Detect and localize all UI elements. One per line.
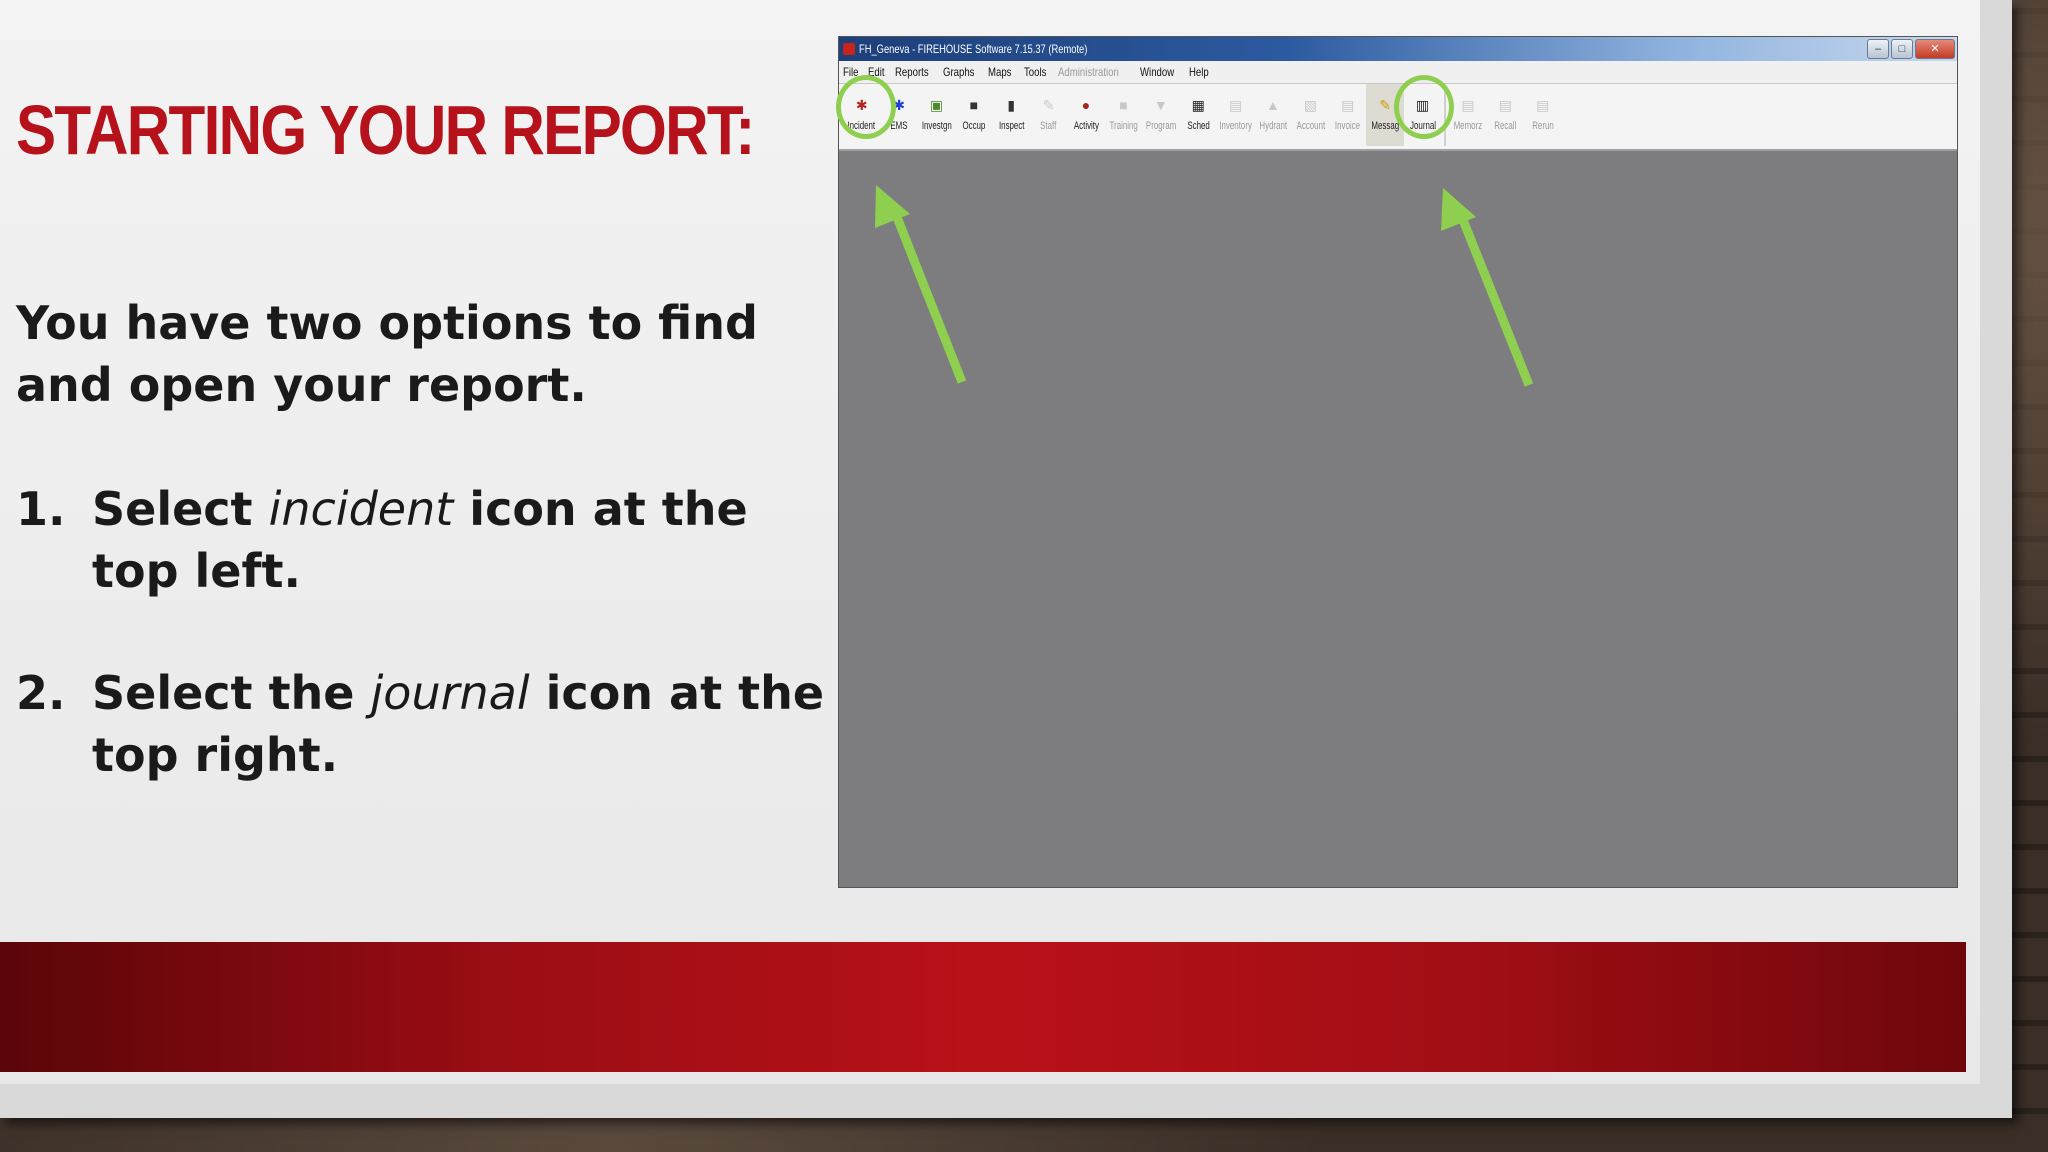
incident-highlight-circle	[836, 75, 896, 139]
step-item: 1. Select incident icon at the top left.	[16, 478, 836, 602]
toolbar-label: Account	[1296, 120, 1325, 132]
steps-list: 1. Select incident icon at the top left. 2…	[16, 478, 836, 786]
step-emphasis: journal	[370, 666, 530, 720]
toolbar-label: Staff	[1040, 120, 1057, 132]
recall-icon: ▤	[1498, 97, 1512, 113]
toolbar-label: Rerun	[1531, 120, 1554, 132]
window-controls: – □ ✕	[1867, 39, 1955, 59]
step-emphasis: incident	[268, 482, 454, 536]
app-workspace	[839, 151, 1957, 887]
investigation-icon: ▣	[929, 97, 944, 113]
toolbar-staff-button[interactable]: ✎ Staff	[1030, 84, 1067, 146]
app-title: FH_Geneva - FIREHOUSE Software 7.15.37 (…	[859, 42, 1088, 56]
app-menubar: File Edit Reports Graphs Maps Tools Administra…	[839, 61, 1957, 84]
toolbar-program-button[interactable]: ▼ Program	[1142, 84, 1179, 146]
toolbar-memorz-button[interactable]: ▤ Memorz	[1449, 84, 1486, 146]
journal-highlight-circle	[1394, 75, 1454, 139]
message-icon: ✎	[1379, 97, 1392, 113]
toolbar-label: Activity	[1073, 120, 1099, 132]
toolbar-label: Sched	[1186, 120, 1210, 132]
menu-maps[interactable]: Maps	[984, 65, 1015, 79]
slide-title: Starting your report:	[16, 91, 755, 169]
toolbar-label: EMS	[890, 120, 908, 132]
program-icon: ▼	[1153, 97, 1168, 113]
slide: Starting your report: You have two optio…	[0, 0, 1980, 1084]
intro-text: You have two options to find and open yo…	[16, 296, 758, 412]
memorize-icon: ▤	[1461, 97, 1475, 113]
toolbar-account-button[interactable]: ▧ Account	[1292, 84, 1329, 146]
toolbar-label: Invoice	[1335, 120, 1361, 132]
toolbar-label: Messag	[1371, 120, 1400, 132]
toolbar-label: Investgn	[921, 120, 952, 132]
menu-window[interactable]: Window	[1136, 65, 1178, 79]
close-button[interactable]: ✕	[1915, 39, 1955, 59]
toolbar-label: Memorz	[1453, 120, 1483, 132]
toolbar-inspect-button[interactable]: ▮ Inspect	[993, 84, 1030, 146]
menu-graphs[interactable]: Graphs	[939, 65, 978, 79]
toolbar-hydrant-button[interactable]: ▲ Hydrant	[1254, 84, 1291, 146]
toolbar-recall-button[interactable]: ▤ Recall	[1487, 84, 1524, 146]
toolbar-label: Inspect	[998, 120, 1025, 132]
inspect-icon: ▮	[1007, 97, 1016, 113]
inventory-icon: ▤	[1228, 97, 1243, 113]
toolbar-label: Recall	[1494, 120, 1517, 132]
toolbar-investgn-button[interactable]: ▣ Investgn	[918, 84, 955, 146]
schedule-icon: ▦	[1191, 97, 1205, 113]
menu-reports[interactable]: Reports	[891, 65, 933, 79]
step-item: 2. Select the journal icon at the top rig…	[16, 662, 836, 786]
toolbar-invoice-button[interactable]: ▤ Invoice	[1329, 84, 1366, 146]
toolbar-activity-button[interactable]: ● Activity	[1067, 84, 1104, 146]
step-text: Select	[92, 482, 269, 536]
firehouse-app-window: FH_Geneva - FIREHOUSE Software 7.15.37 (…	[836, 36, 1958, 888]
rerun-icon: ▤	[1536, 97, 1550, 113]
staff-icon: ✎	[1042, 97, 1055, 113]
menu-tools[interactable]: Tools	[1020, 65, 1050, 79]
menu-help[interactable]: Help	[1185, 65, 1213, 79]
toolbar-label: Training	[1109, 120, 1138, 132]
account-icon: ▧	[1303, 97, 1317, 113]
invoice-icon: ▤	[1341, 97, 1355, 113]
toolbar-occup-button[interactable]: ■ Occup	[955, 84, 992, 146]
toolbar-inventory-button[interactable]: ▤ Inventory	[1217, 84, 1254, 146]
step-number: 2.	[16, 666, 66, 720]
footer-band	[0, 942, 1966, 1072]
app-logo-icon	[843, 43, 855, 55]
minimize-button[interactable]: –	[1867, 39, 1889, 59]
toolbar-rerun-button[interactable]: ▤ Rerun	[1524, 84, 1561, 146]
app-titlebar: FH_Geneva - FIREHOUSE Software 7.15.37 (…	[839, 37, 1957, 61]
activity-icon: ●	[1081, 97, 1091, 113]
step-text: Select the	[92, 666, 371, 720]
maximize-button[interactable]: □	[1891, 39, 1913, 59]
toolbar-training-button[interactable]: ■ Training	[1105, 84, 1142, 146]
toolbar-label: Hydrant	[1259, 120, 1287, 132]
toolbar-label: Occup	[962, 120, 986, 132]
toolbar-label: Program	[1145, 120, 1177, 132]
menu-administration[interactable]: Administration	[1054, 65, 1123, 79]
toolbar-label: Inventory	[1219, 120, 1252, 132]
training-icon: ■	[1119, 97, 1128, 113]
step-number: 1.	[16, 482, 66, 536]
hydrant-icon: ▲	[1266, 97, 1280, 113]
occupancy-icon: ■	[969, 97, 979, 113]
toolbar-sched-button[interactable]: ▦ Sched	[1180, 84, 1217, 146]
